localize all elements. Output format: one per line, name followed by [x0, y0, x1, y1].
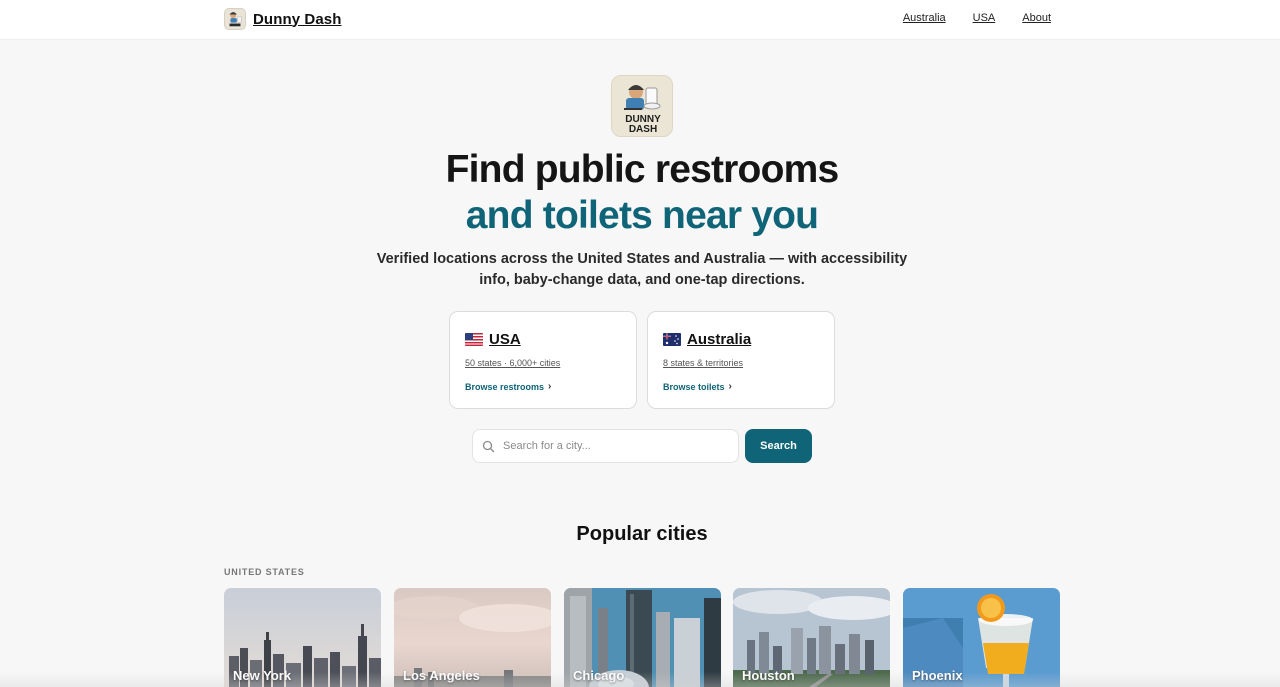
browse-toilets-link[interactable]: Browse toilets › [663, 381, 732, 392]
search-button[interactable]: Search [745, 429, 812, 463]
city-card-chicago[interactable]: Chicago [564, 588, 721, 687]
chevron-right-icon: › [548, 381, 552, 392]
hero-subtitle: Verified locations across the United Sta… [376, 251, 908, 288]
country-card-header: Australia [663, 331, 751, 348]
country-card-usa[interactable]: USA 50 states · 6,000+ cities Browse res… [449, 311, 637, 409]
browse-restrooms-link[interactable]: Browse restrooms › [465, 381, 551, 392]
city-card-new-york[interactable]: New York [224, 588, 381, 687]
us-flag-icon [465, 333, 483, 346]
au-flag-icon [663, 333, 681, 346]
main-nav: Australia USA About [903, 12, 1051, 24]
city-card-houston[interactable]: Houston [733, 588, 890, 687]
country-card-title: Australia [687, 331, 752, 348]
city-card-phoenix[interactable]: Phoenix [903, 588, 1060, 687]
city-search-input[interactable] [503, 440, 723, 452]
dunny-dash-logo-icon [224, 8, 246, 30]
popular-cities-heading: Popular cities [576, 523, 708, 545]
search-icon [482, 440, 495, 453]
nav-link-usa[interactable]: USA [973, 12, 996, 24]
nav-link-australia[interactable]: Australia [903, 12, 946, 24]
hero-logo-icon: DUNNY DASH [611, 75, 673, 137]
country-card-title: USA [489, 331, 521, 348]
nav-link-about[interactable]: About [1022, 12, 1051, 24]
top-navbar: Dunny Dash Australia USA About [0, 0, 1280, 40]
city-search-box [472, 429, 739, 463]
section-label-united-states: UNITED STATES [224, 567, 305, 577]
city-card-los-angeles[interactable]: Los Angeles [394, 588, 551, 687]
city-name: Chicago [573, 668, 625, 683]
country-card-meta: 8 states & territories [663, 358, 744, 368]
country-card-australia[interactable]: Australia 8 states & territories Browse … [647, 311, 835, 409]
city-name: Phoenix [912, 668, 963, 683]
chevron-right-icon: › [728, 381, 732, 392]
country-card-header: USA [465, 331, 521, 348]
country-card-meta: 50 states · 6,000+ cities [465, 358, 561, 368]
browse-link-label: Browse restrooms [465, 381, 545, 392]
brand-home-link[interactable]: Dunny Dash [224, 7, 342, 31]
city-name: Houston [742, 668, 795, 683]
city-name: Los Angeles [403, 668, 480, 683]
city-name: New York [233, 668, 292, 683]
hero-title-line-1: Find public restrooms [445, 148, 840, 191]
hero-logo-text-2: DASH [629, 124, 657, 135]
brand-name: Dunny Dash [253, 10, 342, 28]
hero-title-line-2: and toilets near you [465, 194, 819, 237]
browse-link-label: Browse toilets [663, 381, 725, 392]
